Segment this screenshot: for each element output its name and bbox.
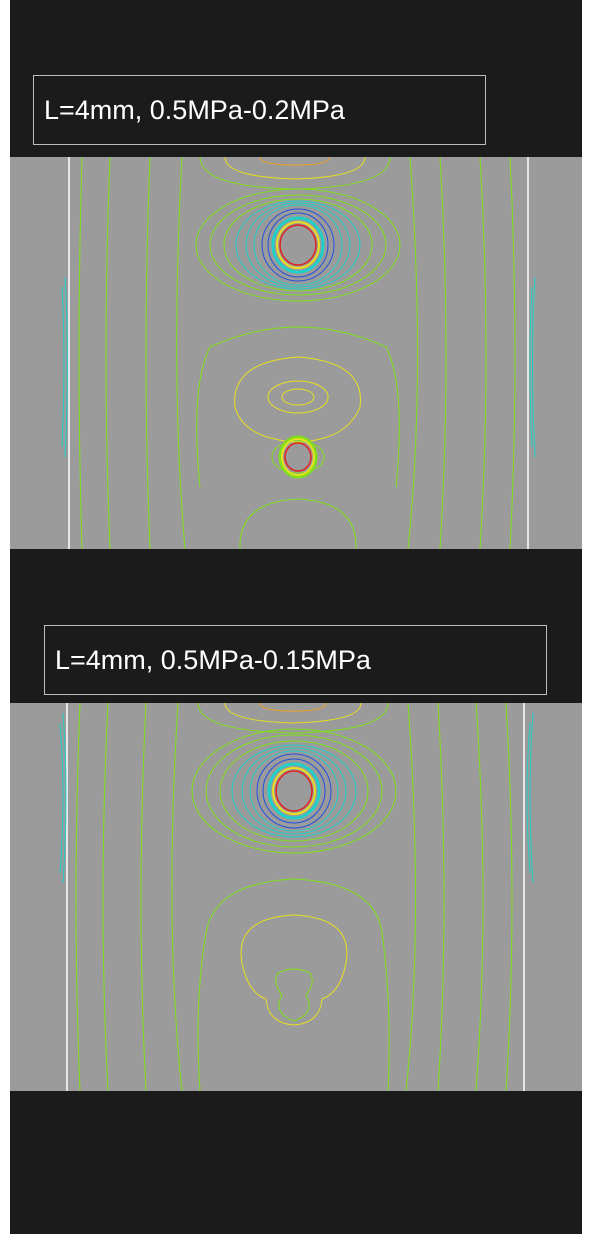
caption-top-text: L=4mm, 0.5MPa-0.2MPa	[44, 94, 345, 125]
contour-plot-top	[10, 157, 582, 549]
caption-bottom-text: L=4mm, 0.5MPa-0.15MPa	[55, 644, 371, 675]
contour-plot-bottom	[10, 703, 582, 1091]
bottom-dark-band	[10, 1091, 582, 1234]
caption-top: L=4mm, 0.5MPa-0.2MPa	[33, 75, 486, 145]
caption-bottom: L=4mm, 0.5MPa-0.15MPa	[44, 625, 547, 695]
